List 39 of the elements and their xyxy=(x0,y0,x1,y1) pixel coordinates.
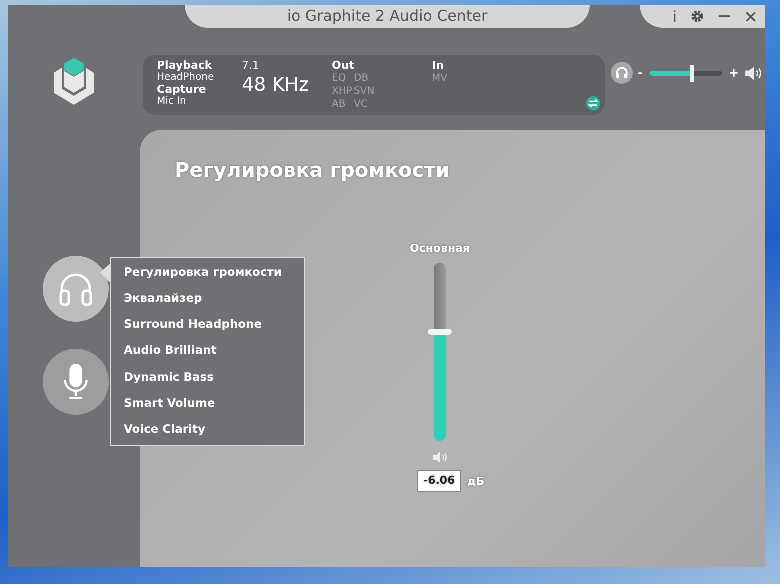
menu-item[interactable]: Эквалайзер xyxy=(124,288,304,314)
playback-device: HeadPhone xyxy=(157,72,216,83)
menu-item[interactable]: Surround Headphone xyxy=(124,314,304,340)
effect-indicator: XHP xyxy=(332,85,354,98)
menu-item[interactable]: Voice Clarity xyxy=(124,418,304,445)
effect-indicator: SVN xyxy=(354,85,376,98)
out-label: Out xyxy=(332,59,356,72)
capture-label: Capture xyxy=(157,83,208,96)
unit-label: дБ xyxy=(467,474,485,488)
speaker-icon[interactable] xyxy=(744,66,764,80)
menu-item[interactable]: Smart Volume xyxy=(124,392,304,419)
sample-rate: 48 KHz xyxy=(242,74,310,96)
volume-minus[interactable]: - xyxy=(638,66,643,80)
volume-thumb[interactable] xyxy=(428,329,452,336)
volume-thumb[interactable] xyxy=(690,64,694,82)
channel-mode: 7.1 xyxy=(242,59,260,72)
slider-label: Основная xyxy=(410,242,470,255)
in-label: In xyxy=(432,59,445,72)
window-title: io Graphite 2 Audio Center xyxy=(185,5,590,28)
menu-item[interactable]: Регулировка громкости xyxy=(124,262,304,288)
playback-label: Playback xyxy=(157,59,214,72)
effect-indicator: MV xyxy=(432,72,448,85)
effect-indicator: AB xyxy=(332,98,347,111)
effect-indicator: DB xyxy=(354,72,370,85)
volume-slider[interactable] xyxy=(648,64,724,82)
close-icon[interactable] xyxy=(745,10,757,22)
headphone-button[interactable] xyxy=(611,62,633,84)
info-button[interactable]: i xyxy=(672,8,677,26)
capture-device: Mic In xyxy=(157,96,188,107)
menu-item[interactable]: Audio Brilliant xyxy=(124,340,304,367)
volume-plus[interactable]: + xyxy=(728,66,740,80)
effect-indicator: EQ xyxy=(332,72,348,85)
headphones-icon xyxy=(615,66,629,80)
sync-icon[interactable] xyxy=(586,96,601,111)
settings-icon[interactable] xyxy=(691,10,704,23)
value-field[interactable]: -6.06 xyxy=(417,470,462,492)
menu-item[interactable]: Dynamic Bass xyxy=(124,366,304,393)
effect-indicator: VC xyxy=(354,98,369,111)
page-title: Регулировка громкости xyxy=(175,158,451,182)
